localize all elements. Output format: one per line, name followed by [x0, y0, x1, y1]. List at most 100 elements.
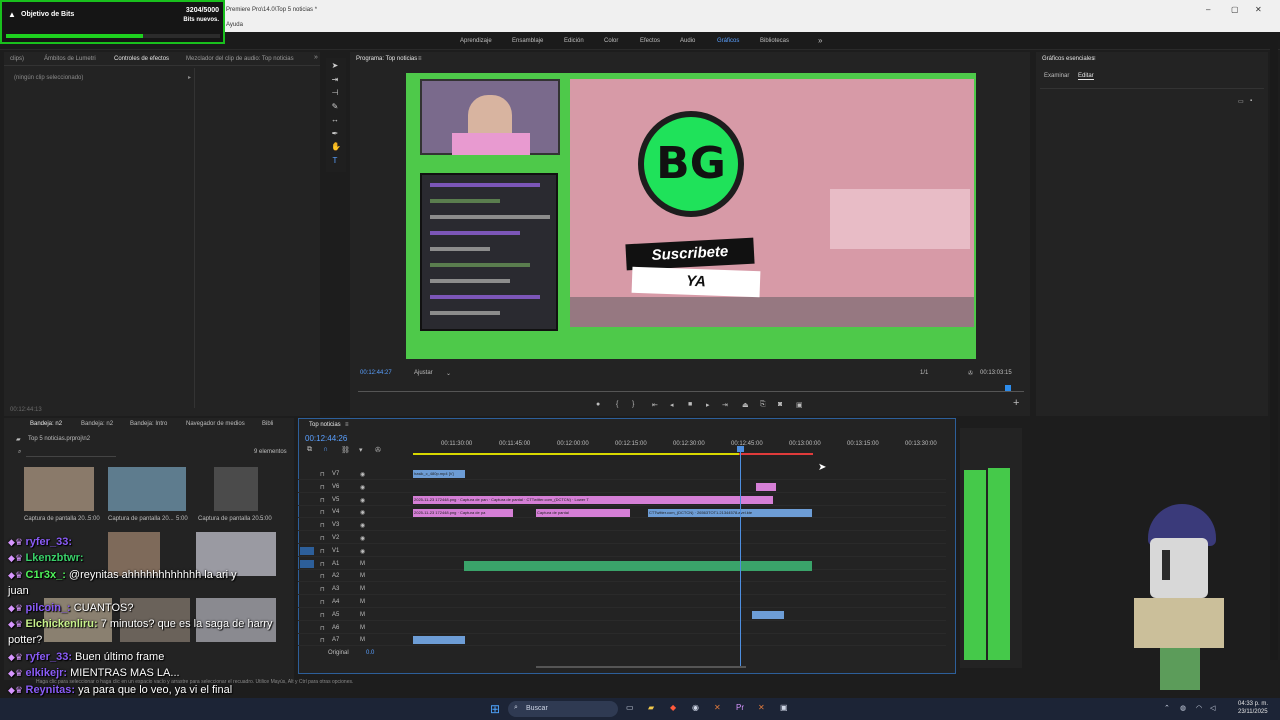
timeline-timecode[interactable]: 00:12:44:26 [305, 434, 347, 443]
add-button-icon[interactable]: + [1013, 397, 1019, 409]
search-input[interactable] [26, 449, 116, 457]
track-row[interactable]: V1 ⊓ ◉ [298, 545, 946, 557]
track-lock-icon[interactable]: ⊓ [320, 548, 325, 555]
ripple-edit-icon[interactable]: ⊣ [331, 89, 339, 97]
media-thumbnail[interactable] [108, 467, 186, 511]
new-layer-icon[interactable]: ▭ [1238, 98, 1244, 105]
track-label[interactable]: V5 [332, 497, 339, 503]
track-lock-icon[interactable]: ⊓ [320, 509, 325, 516]
mix-value[interactable]: 0.0 [366, 650, 374, 656]
wifi-icon[interactable]: ◠ [1196, 704, 1202, 712]
track-row[interactable]: A7 ⊓ M [298, 634, 946, 647]
resolution-dropdown[interactable]: 1/1 [920, 370, 928, 376]
track-mute-icon[interactable]: M [360, 599, 365, 605]
media-thumbnail[interactable] [214, 467, 258, 511]
task-view-icon[interactable]: ▭ [626, 703, 634, 712]
source-patch[interactable] [300, 496, 314, 504]
tab-effect-controls[interactable]: Controles de efectos [114, 56, 169, 62]
program-timecode[interactable]: 00:12:44:27 [360, 370, 392, 376]
tab-media-browser[interactable]: Navegador de medios [186, 421, 245, 427]
snap-icon[interactable]: ∩ [323, 446, 328, 453]
track-visibility-icon[interactable]: ◉ [360, 535, 365, 542]
maximize-button[interactable]: ▢ [1231, 5, 1239, 14]
track-lock-icon[interactable]: ⊓ [320, 586, 325, 593]
tab-lumetri-scopes[interactable]: Ámbitos de Lumetri [44, 56, 96, 62]
track-row[interactable]: A4 ⊓ M [298, 596, 946, 608]
chat-username[interactable]: Reynitas: [26, 684, 79, 696]
tab-clips[interactable]: clips) [10, 56, 24, 62]
panel-overflow-icon[interactable]: » [314, 54, 318, 61]
track-label[interactable]: A5 [332, 612, 339, 618]
pen-tool-icon[interactable]: ✒ [331, 130, 339, 138]
step-back-icon[interactable]: ◂ [670, 401, 674, 409]
video-clip[interactable] [752, 611, 784, 619]
tray-chevron-icon[interactable]: ⌃ [1164, 704, 1170, 712]
track-label[interactable]: V2 [332, 535, 339, 541]
source-patch[interactable] [300, 470, 314, 478]
app-icon[interactable]: ✕ [758, 703, 765, 712]
track-mute-icon[interactable]: M [360, 586, 365, 592]
playhead-handle[interactable] [737, 446, 744, 452]
track-lock-icon[interactable]: ⊓ [320, 497, 325, 504]
track-lock-icon[interactable]: ⊓ [320, 637, 325, 644]
app-icon[interactable]: ▣ [780, 703, 788, 712]
graphic-clip[interactable]: 2025-11-23 172448.png · Captura de pa [413, 509, 513, 517]
track-label[interactable]: A7 [332, 637, 339, 643]
expand-icon[interactable]: ▸ [188, 74, 191, 81]
chat-username[interactable]: pilcoin_: [26, 602, 74, 614]
brave-icon[interactable]: ◆ [670, 703, 676, 712]
tab-bin-n2-active[interactable]: Bandeja: n2 [30, 421, 62, 427]
track-row[interactable]: A3 ⊓ M [298, 583, 946, 596]
track-label[interactable]: V6 [332, 484, 339, 490]
track-lock-icon[interactable]: ⊓ [320, 573, 325, 580]
program-scrubber[interactable] [358, 391, 1024, 392]
track-lock-icon[interactable]: ⊓ [320, 625, 325, 632]
track-label[interactable]: V4 [332, 509, 339, 515]
track-mute-icon[interactable]: M [360, 561, 365, 567]
track-mute-icon[interactable]: M [360, 573, 365, 579]
track-row[interactable]: A6 ⊓ M [298, 622, 946, 634]
track-row[interactable]: V6 ⊓ ◉ [298, 481, 946, 493]
track-label[interactable]: A2 [332, 573, 339, 579]
ws-bibliotecas[interactable]: Bibliotecas [760, 38, 789, 44]
linked-selection-icon[interactable]: ⛓ [341, 446, 350, 454]
more-workspaces-icon[interactable]: » [818, 36, 822, 45]
go-to-in-icon[interactable]: ⇤ [652, 401, 658, 409]
right-scrollbar[interactable] [1270, 40, 1278, 660]
graphic-clip[interactable]: Captura de pantal [536, 509, 630, 517]
track-lock-icon[interactable]: ⊓ [320, 612, 325, 619]
chat-username[interactable]: ryfer_33: [26, 536, 72, 548]
video-clip[interactable]: CTTwitter.com_(DCTCN) · 26563TOT1.213445… [648, 509, 812, 517]
export-frame-icon[interactable]: ◙ [778, 401, 782, 408]
tab-bin-intro[interactable]: Bandeja: Intro [130, 421, 167, 427]
tab-browse[interactable]: Examinar [1044, 73, 1069, 79]
menu-help[interactable]: Ayuda [226, 22, 243, 28]
tab-audio-clip-mixer[interactable]: Mezclador del clip de audio: Top noticia… [186, 56, 294, 62]
comparison-view-icon[interactable]: ▣ [796, 401, 803, 409]
network-icon[interactable]: ◍ [1180, 704, 1186, 712]
stop-icon[interactable]: ■ [688, 401, 692, 408]
track-visibility-icon[interactable]: ◉ [360, 548, 365, 555]
delete-layer-icon[interactable]: ▪ [1250, 98, 1252, 104]
tab-libraries[interactable]: Bibli [262, 421, 273, 427]
sequence-tab[interactable]: Top noticias [309, 422, 341, 428]
chat-username[interactable]: Lkenzbtwr: [26, 552, 84, 564]
ws-graficos[interactable]: Gráficos [717, 38, 739, 44]
track-lock-icon[interactable]: ⊓ [320, 484, 325, 491]
minimize-button[interactable]: – [1206, 5, 1210, 14]
video-clip[interactable]: hasik_c_480p.mp4 [V] [413, 470, 465, 478]
fit-dropdown[interactable]: Ajustar [414, 370, 433, 376]
track-visibility-icon[interactable]: ◉ [360, 484, 365, 491]
track-label[interactable]: A1 [332, 561, 339, 567]
source-patch[interactable] [300, 521, 314, 529]
hand-tool-icon[interactable]: ✋ [331, 143, 341, 151]
media-thumbnail[interactable] [24, 467, 94, 511]
track-row[interactable]: V2 ⊓ ◉ [298, 532, 946, 544]
track-visibility-icon[interactable]: ◉ [360, 471, 365, 478]
track-mute-icon[interactable]: M [360, 612, 365, 618]
marker-icon[interactable]: ▾ [359, 446, 363, 454]
audio-clip[interactable] [464, 561, 812, 571]
track-row[interactable]: A5 ⊓ M [298, 609, 946, 621]
track-lock-icon[interactable]: ⊓ [320, 561, 325, 568]
track-row[interactable]: A2 ⊓ M [298, 570, 946, 583]
